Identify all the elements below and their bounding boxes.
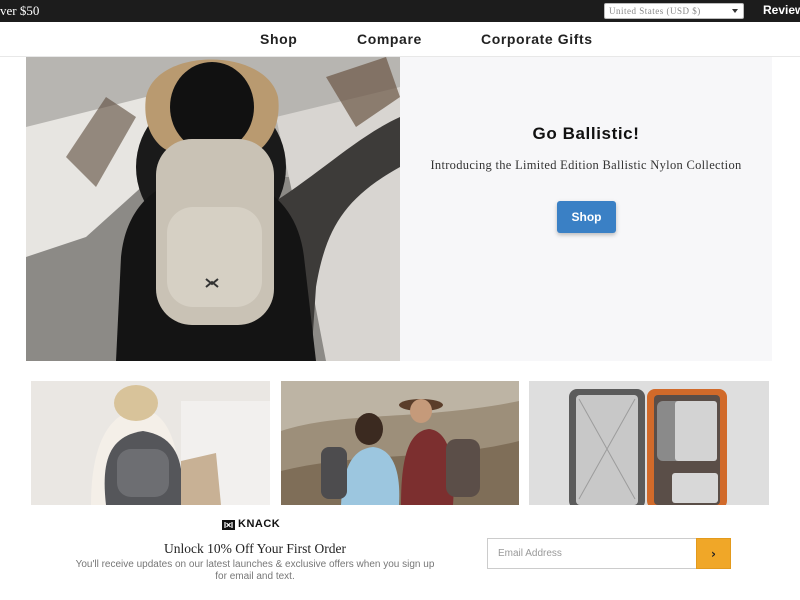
newsletter-subtitle-line-2: for email and text. [215,571,295,582]
newsletter-subtitle: You'll receive updates on our latest lau… [60,559,450,583]
knack-logo-icon [222,520,235,530]
product-tile-image-3[interactable] [529,381,769,505]
nav-item-shop[interactable]: Shop [260,31,297,47]
product-tile-image-1[interactable] [31,381,270,505]
email-field[interactable] [487,538,696,569]
main-nav: Shop Compare Corporate Gifts [0,22,800,57]
newsletter-title: Unlock 10% Off Your First Order [164,541,346,556]
hero-shop-button[interactable]: Shop [557,201,616,233]
hero-image [26,57,400,361]
brand-logo-text: KNACK [238,518,281,530]
product-tile-image-2[interactable] [281,381,519,505]
chevron-right-icon: › [711,546,716,561]
nav-item-corporate-gifts[interactable]: Corporate Gifts [481,31,593,47]
currency-value: United States (USD $) [609,6,701,16]
email-submit-button[interactable]: › [696,538,731,569]
currency-selector[interactable]: United States (USD $) [604,3,744,19]
hero-title: Go Ballistic! [532,124,640,143]
announcement-bar: ver $50 United States (USD $) Reviews [0,0,800,22]
hero-subtitle: Introducing the Limited Edition Ballisti… [430,158,742,172]
chevron-down-icon [732,9,738,13]
nav-item-compare[interactable]: Compare [357,31,422,47]
promo-text: ver $50 [0,3,40,18]
reviews-link[interactable]: Reviews [763,3,800,17]
newsletter-subtitle-line-1: You'll receive updates on our latest lau… [75,559,435,570]
